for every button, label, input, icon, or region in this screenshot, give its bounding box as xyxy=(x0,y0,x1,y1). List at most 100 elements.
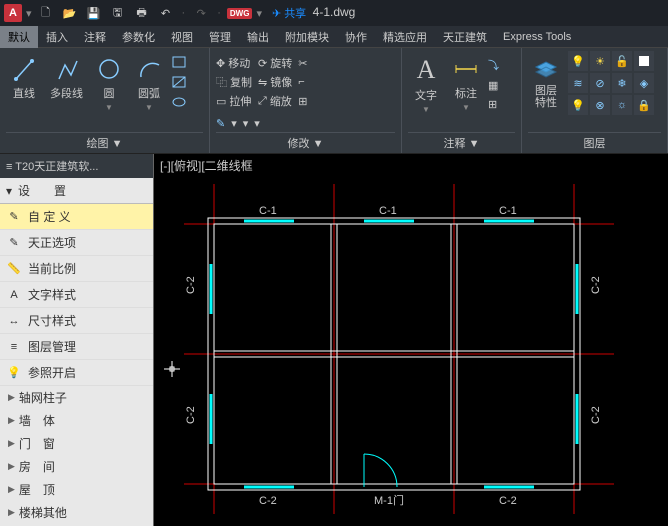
rect-icon[interactable] xyxy=(171,55,187,69)
erase-icon[interactable]: ✎ xyxy=(216,117,225,130)
new-icon[interactable]: 🗋 xyxy=(36,3,56,23)
svg-text:C-2: C-2 xyxy=(185,276,197,294)
freeze-icon[interactable]: ❄ xyxy=(612,73,632,93)
move-button[interactable]: ✥移动 xyxy=(216,55,252,71)
item-icon: ↔ xyxy=(6,314,22,328)
fillet-button[interactable]: ⌐ xyxy=(298,76,307,88)
tab-2[interactable]: 注释 xyxy=(76,26,114,48)
item-icon: ✎ xyxy=(6,236,22,250)
sidebar-item-1[interactable]: ✎天正选项 xyxy=(0,230,153,256)
tab-4[interactable]: 视图 xyxy=(163,26,201,48)
hatch-icon[interactable] xyxy=(171,75,187,89)
color-icon[interactable] xyxy=(634,51,654,71)
save-icon[interactable]: 💾 xyxy=(84,3,104,23)
mirror-button[interactable]: ⇋镜像 xyxy=(258,74,292,90)
stretch-button[interactable]: ▭拉伸 xyxy=(216,93,252,109)
sidebar-item-6[interactable]: 💡参照开启 xyxy=(0,360,153,386)
sidebar-item-5[interactable]: ≡图层管理 xyxy=(0,334,153,360)
iso-icon[interactable]: ⊘ xyxy=(590,73,610,93)
undo-icon[interactable]: ↶ xyxy=(156,3,176,23)
arc-button[interactable]: 圆弧▼ xyxy=(131,51,167,112)
tree-item-4[interactable]: ▶屋 顶 xyxy=(0,478,153,501)
tab-0[interactable]: 默认 xyxy=(0,26,38,48)
panel-title-draw[interactable]: 绘图 ▼ xyxy=(6,132,203,153)
sidebar-item-0[interactable]: ✎自 定 义 xyxy=(0,204,153,230)
off-icon[interactable]: ⊗ xyxy=(590,95,610,115)
layer-props-button[interactable]: 图层 特性 xyxy=(528,51,564,109)
svg-text:M-1门: M-1门 xyxy=(374,493,404,507)
lock2-icon[interactable]: 🔒 xyxy=(634,95,654,115)
collapse-icon: ▾ xyxy=(6,184,12,198)
line-button[interactable]: 直线 xyxy=(6,51,42,101)
dwg-badge: DWG xyxy=(227,8,253,19)
quick-access-toolbar: 🗋 📂 💾 🖫 🖶 ↶ · ↷ · DWG ▾ ✈共享 xyxy=(36,3,307,23)
svg-text:C-1: C-1 xyxy=(259,205,277,217)
tab-5[interactable]: 管理 xyxy=(201,26,239,48)
tree-item-3[interactable]: ▶房 间 xyxy=(0,455,153,478)
dimension-button[interactable]: 标注▼ xyxy=(448,51,484,112)
print-icon[interactable]: 🖶 xyxy=(132,3,152,23)
sun-icon[interactable]: ☀ xyxy=(590,51,610,71)
lock-icon[interactable]: 🔓 xyxy=(612,51,632,71)
panel-title-annot[interactable]: 注释 ▼ xyxy=(408,132,515,153)
thaw-icon[interactable]: ☼ xyxy=(612,95,632,115)
menu-dropdown-icon[interactable]: ▾ xyxy=(26,7,32,20)
layer-icon[interactable]: ◈ xyxy=(634,73,654,93)
tab-3[interactable]: 参数化 xyxy=(114,26,163,48)
svg-text:C-2: C-2 xyxy=(259,495,277,507)
text-button[interactable]: A文字▼ xyxy=(408,51,444,114)
tab-6[interactable]: 输出 xyxy=(239,26,277,48)
tab-7[interactable]: 附加模块 xyxy=(277,26,337,48)
chevron-right-icon: ▶ xyxy=(8,438,15,449)
drawing-canvas[interactable]: [-][俯视][二维线框 C-1 xyxy=(154,154,668,526)
extend-icon[interactable]: ▾ xyxy=(254,117,260,130)
tab-9[interactable]: 精选应用 xyxy=(375,26,435,48)
tree-item-1[interactable]: ▶墙 体 xyxy=(0,409,153,432)
scale-button[interactable]: ⤢缩放 xyxy=(258,93,292,109)
mirror-icon: ⇋ xyxy=(258,76,267,89)
item-icon: ✎ xyxy=(6,210,22,224)
palette-title: ≡ T20天正建筑软... xyxy=(0,154,153,178)
saveas-icon[interactable]: 🖫 xyxy=(108,3,128,23)
app-icon: A xyxy=(4,4,22,22)
tab-8[interactable]: 协作 xyxy=(337,26,375,48)
copy-icon: ⿻ xyxy=(216,74,227,90)
tree-item-5[interactable]: ▶楼梯其他 xyxy=(0,501,153,524)
redo-icon[interactable]: ↷ xyxy=(191,3,211,23)
copy-button[interactable]: ⿻复制 xyxy=(216,74,252,90)
leader-icon[interactable]: ⤵ xyxy=(488,57,499,73)
explode-icon[interactable]: ▾ xyxy=(231,117,237,130)
svg-text:C-2: C-2 xyxy=(185,406,197,424)
panel-title-modify[interactable]: 修改 ▼ xyxy=(216,132,395,153)
tab-11[interactable]: Express Tools xyxy=(495,28,579,46)
document-title: 4-1.dwg xyxy=(313,5,356,19)
sidebar-item-4[interactable]: ↔尺寸样式 xyxy=(0,308,153,334)
share-button[interactable]: ✈共享 xyxy=(272,5,306,21)
chevron-right-icon: ▶ xyxy=(8,392,15,403)
rotate-button[interactable]: ⟳旋转 xyxy=(258,55,292,71)
svg-text:C-2: C-2 xyxy=(590,406,602,424)
tree-item-0[interactable]: ▶轴网柱子 xyxy=(0,386,153,409)
trim-icon: ✂ xyxy=(298,57,307,70)
offset-icon[interactable]: ▾ xyxy=(243,117,249,130)
cloud-icon[interactable]: ⊞ xyxy=(488,98,499,111)
on-icon[interactable]: 💡 xyxy=(568,95,588,115)
ellipse-icon[interactable] xyxy=(171,95,187,109)
tree-item-2[interactable]: ▶门 窗 xyxy=(0,432,153,455)
palette-section-header[interactable]: ▾设 置 xyxy=(0,178,153,204)
bulb-icon[interactable]: 💡 xyxy=(568,51,588,71)
table-icon[interactable]: ▦ xyxy=(488,79,499,92)
tab-10[interactable]: 天正建筑 xyxy=(435,26,495,48)
sidebar-item-3[interactable]: A文字样式 xyxy=(0,282,153,308)
move-icon: ✥ xyxy=(216,57,225,70)
match-icon[interactable]: ≋ xyxy=(568,73,588,93)
trim-button[interactable]: ✂ xyxy=(298,57,307,70)
polyline-button[interactable]: 多段线 xyxy=(46,51,87,101)
chevron-right-icon: ▶ xyxy=(8,461,15,472)
tab-1[interactable]: 插入 xyxy=(38,26,76,48)
fillet-icon: ⌐ xyxy=(298,76,304,88)
array-button[interactable]: ⊞ xyxy=(298,95,307,108)
sidebar-item-2[interactable]: 📏当前比例 xyxy=(0,256,153,282)
circle-button[interactable]: 圆▼ xyxy=(91,51,127,112)
open-icon[interactable]: 📂 xyxy=(60,3,80,23)
